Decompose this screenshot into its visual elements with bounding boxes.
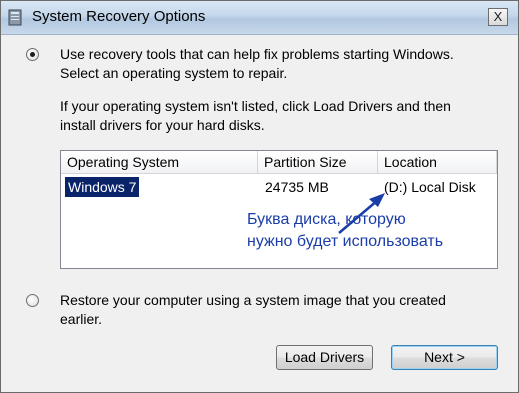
restore-option-text-line2: earlier. (60, 311, 103, 327)
annotation-line1: Буква диска, которую (247, 211, 406, 228)
load-drivers-button[interactable]: Load Drivers (276, 345, 373, 370)
annotation-arrow-icon (338, 193, 385, 234)
annotation-line2: нужно будет использовать (247, 233, 444, 250)
annotation-text: Буква диска, которую нужно будет использ… (247, 209, 443, 253)
system-recovery-window: System Recovery Options X Use recovery t… (0, 0, 519, 393)
next-button[interactable]: Next > (391, 345, 498, 370)
radio-restore-option[interactable] (26, 294, 39, 307)
restore-option-text-line1: Restore your computer using a system ima… (60, 292, 446, 308)
